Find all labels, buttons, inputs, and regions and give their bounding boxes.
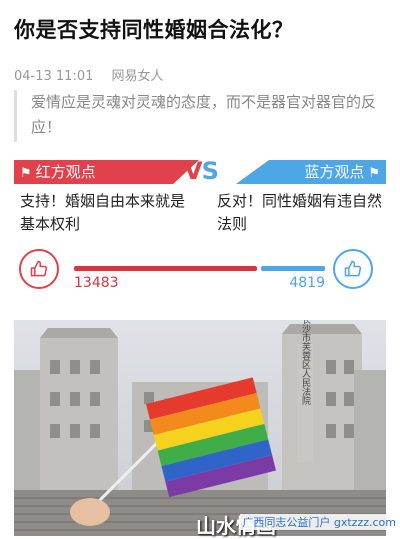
- court-sign-text: 长沙市芙蓉区人民法院: [300, 320, 311, 406]
- blue-opinion: 反对！同性婚姻有违自然法则: [217, 192, 383, 233]
- thumbs-up-icon: [344, 260, 362, 277]
- red-side-tab: ⚑ 红方观点: [14, 160, 199, 184]
- red-opinion: 支持！婚姻自由本来就是基本权利: [20, 192, 186, 233]
- vs-letter-v: V: [184, 157, 203, 185]
- red-side-label: 红方观点: [35, 163, 96, 181]
- flag-icon: ⚑: [20, 166, 32, 181]
- article-quote: 爱情应是灵魂对灵魂的态度，而不是器官对器官的反应！: [14, 90, 399, 142]
- blue-like-button[interactable]: [333, 249, 373, 289]
- site-credit-name: 广西同志公益门户: [242, 516, 331, 529]
- article-source[interactable]: 网易女人: [112, 69, 164, 84]
- blue-vote-bar: [260, 266, 325, 271]
- blue-side-label: 蓝方观点: [304, 163, 365, 181]
- article-meta: 04-13 11:01 网易女人: [14, 65, 178, 84]
- vote-bar: [74, 266, 325, 271]
- vs-header: ⚑ 红方观点 蓝方观点 ⚑ VS: [14, 157, 386, 185]
- blue-side-tab: 蓝方观点 ⚑: [236, 160, 386, 184]
- article-date: 04-13 11:01: [14, 69, 94, 84]
- site-credit: 广西同志公益门户 gxtzzz.com: [240, 514, 398, 530]
- site-credit-url: gxtzzz.com: [333, 516, 396, 529]
- vs-label: VS: [184, 157, 219, 185]
- vs-letter-s: S: [201, 157, 219, 185]
- article-title: 你是否支持同性婚姻合法化？: [14, 18, 294, 42]
- red-like-button[interactable]: [19, 249, 59, 289]
- blue-vote-count: 4819: [289, 275, 325, 291]
- flag-icon: ⚑: [368, 166, 380, 181]
- red-vote-count: 13483: [74, 275, 119, 291]
- red-vote-bar: [74, 266, 257, 271]
- article-photo: 长沙市芙蓉区人民法院: [14, 320, 386, 536]
- court-photo-illustration: 长沙市芙蓉区人民法院: [14, 320, 386, 536]
- thumbs-up-icon: [30, 260, 48, 277]
